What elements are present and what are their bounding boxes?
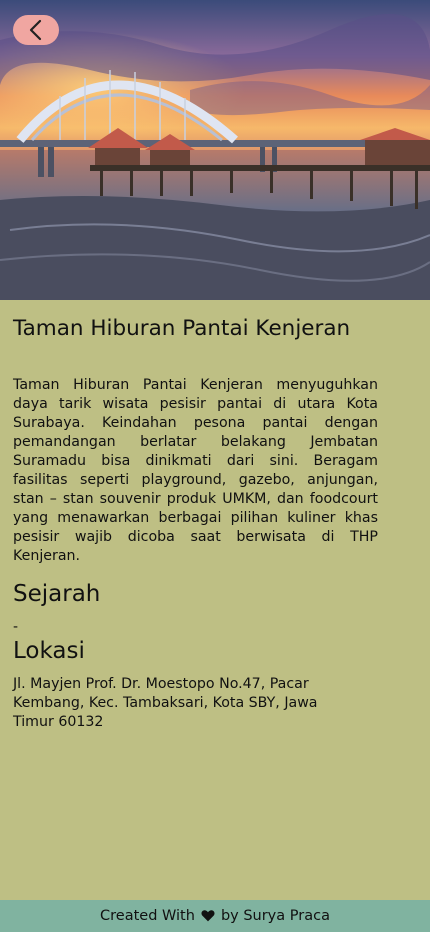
bridge-sunset-photo xyxy=(0,0,430,300)
chevron-left-icon xyxy=(29,19,42,41)
place-title: Taman Hiburan Pantai Kenjeran xyxy=(13,316,351,341)
footer-prefix: Created With xyxy=(100,908,195,924)
back-button[interactable] xyxy=(13,15,59,45)
location-heading: Lokasi xyxy=(13,638,85,664)
hero-image xyxy=(0,0,430,300)
history-heading: Sejarah xyxy=(13,581,101,607)
place-details: Taman Hiburan Pantai Kenjeran Taman Hibu… xyxy=(13,300,378,732)
location-address: Jl. Mayjen Prof. Dr. Moestopo No.47, Pac… xyxy=(13,676,318,730)
heart-icon xyxy=(201,909,215,926)
place-description: Taman Hiburan Pantai Kenjeran menyuguhka… xyxy=(13,377,378,564)
footer: Created With by Surya Praca xyxy=(0,900,430,932)
history-text: - xyxy=(13,619,19,635)
footer-suffix: by Surya Praca xyxy=(220,908,330,924)
